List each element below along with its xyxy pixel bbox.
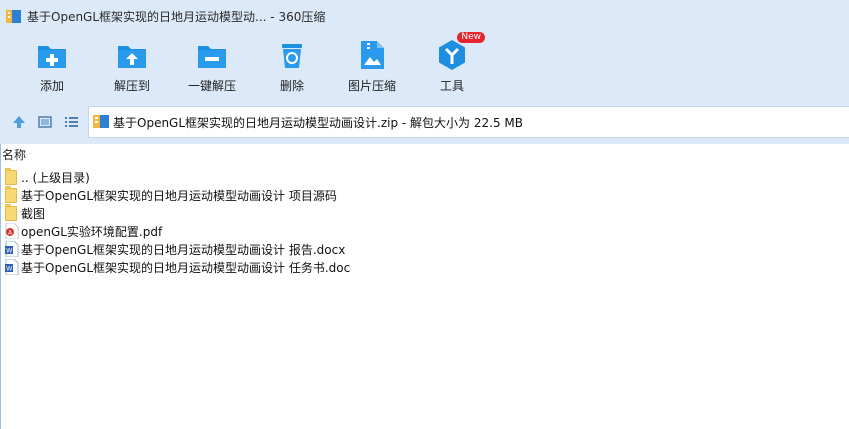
toolbar: 添加 解压到 一键解压 删除 图片压缩 New 工具 bbox=[0, 32, 849, 100]
zip-archive-icon bbox=[93, 113, 109, 132]
window-title: 基于OpenGL框架实现的日地月运动模型动... - 360压缩 bbox=[27, 9, 326, 24]
column-header-label: 名称 bbox=[2, 147, 27, 162]
list-item[interactable]: 截图 bbox=[1, 204, 849, 222]
list-item[interactable]: W 基于OpenGL框架实现的日地月运动模型动画设计 任务书.doc bbox=[1, 258, 849, 276]
list-item[interactable]: W 基于OpenGL框架实现的日地月运动模型动画设计 报告.docx bbox=[1, 240, 849, 258]
add-button-label: 添加 bbox=[39, 79, 64, 93]
title-bar: 基于OpenGL框架实现的日地月运动模型动... - 360压缩 bbox=[0, 0, 849, 32]
folder-icon bbox=[5, 204, 19, 221]
list-item-name: 基于OpenGL框架实现的日地月运动模型动画设计 项目源码 bbox=[21, 188, 337, 203]
app-logo-icon bbox=[6, 9, 21, 24]
extract-to-label: 解压到 bbox=[113, 79, 150, 93]
recycle-bin-icon bbox=[275, 38, 309, 72]
one-click-extract-button[interactable]: 一键解压 bbox=[178, 38, 246, 98]
folder-icon bbox=[5, 168, 19, 185]
tools-label: 工具 bbox=[439, 79, 464, 93]
word-file-icon: W bbox=[5, 258, 19, 276]
new-badge: New bbox=[457, 32, 485, 43]
up-arrow-icon[interactable] bbox=[10, 113, 28, 131]
one-click-extract-icon bbox=[195, 38, 229, 72]
add-button[interactable]: 添加 bbox=[18, 38, 86, 98]
file-list: 名称 .. (上级目录) 基于OpenGL框架实现的日地月运动模型动画设计 项目… bbox=[0, 144, 849, 429]
list-item[interactable]: 基于OpenGL框架实现的日地月运动模型动画设计 项目源码 bbox=[1, 186, 849, 204]
list-item-parent-dir[interactable]: .. (上级目录) bbox=[1, 168, 849, 186]
navigation-bar: 基于OpenGL框架实现的日地月运动模型动画设计.zip - 解包大小为 22.… bbox=[0, 104, 849, 140]
list-item-name: 基于OpenGL框架实现的日地月运动模型动画设计 报告.docx bbox=[21, 242, 346, 257]
archive-path: 基于OpenGL框架实现的日地月运动模型动画设计.zip - 解包大小为 22.… bbox=[113, 115, 523, 130]
tools-button[interactable]: New 工具 bbox=[418, 32, 486, 98]
list-item-name: 基于OpenGL框架实现的日地月运动模型动画设计 任务书.doc bbox=[21, 260, 351, 275]
list-item-name: 截图 bbox=[21, 206, 46, 221]
folder-icon bbox=[5, 186, 19, 203]
list-item[interactable]: A openGL实验环境配置.pdf bbox=[1, 222, 849, 240]
extract-to-button[interactable]: 解压到 bbox=[98, 38, 166, 98]
image-compress-label: 图片压缩 bbox=[347, 79, 396, 93]
column-header-name[interactable]: 名称 bbox=[1, 144, 849, 164]
tools-icon: New bbox=[435, 32, 485, 72]
image-compress-icon bbox=[355, 38, 389, 72]
one-click-extract-label: 一键解压 bbox=[187, 79, 236, 93]
image-compress-button[interactable]: 图片压缩 bbox=[338, 38, 406, 98]
svg-text:W: W bbox=[6, 247, 13, 255]
thumbnail-view-icon[interactable] bbox=[36, 113, 54, 131]
extract-to-icon bbox=[115, 38, 149, 72]
delete-button[interactable]: 删除 bbox=[258, 38, 326, 98]
pdf-file-icon: A bbox=[5, 222, 19, 240]
list-item-name: openGL实验环境配置.pdf bbox=[21, 224, 163, 239]
delete-label: 删除 bbox=[279, 79, 304, 93]
add-icon bbox=[35, 38, 69, 72]
address-bar[interactable]: 基于OpenGL框架实现的日地月运动模型动画设计.zip - 解包大小为 22.… bbox=[88, 106, 849, 138]
list-view-icon[interactable] bbox=[62, 113, 80, 131]
list-item-name: .. (上级目录) bbox=[21, 170, 90, 185]
svg-text:W: W bbox=[6, 265, 13, 273]
word-file-icon: W bbox=[5, 240, 19, 258]
